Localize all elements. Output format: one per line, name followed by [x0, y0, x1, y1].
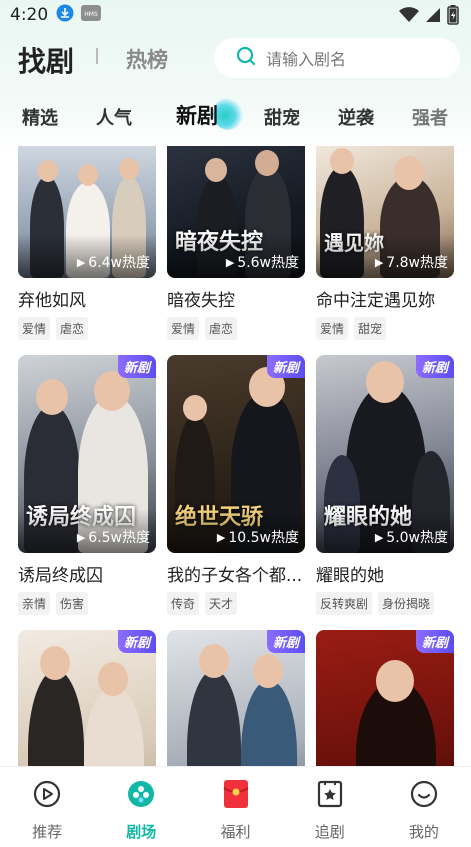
tag-list: 爱情 虐恋: [167, 317, 305, 340]
drama-card[interactable]: ▶ 6.4w热度 弃他如风 爱情 虐恋: [18, 146, 156, 340]
new-badge: 新剧: [415, 630, 454, 653]
view-count: ▶ 10.5w热度: [216, 530, 299, 546]
new-badge: 新剧: [415, 355, 454, 378]
drama-poster: 新剧 耀眼的她 ▶5.0w热度: [316, 355, 454, 553]
tab-new[interactable]: 新剧: [176, 100, 218, 130]
tab-popular[interactable]: 人气: [96, 104, 132, 130]
nav-theater[interactable]: 剧场: [94, 767, 188, 847]
view-count: ▶ 5.6w热度: [225, 255, 299, 271]
drama-poster: ▶ 6.4w热度: [18, 146, 156, 278]
play-icon: ▶: [225, 255, 235, 269]
download-icon: [56, 4, 74, 27]
tag-list: 传奇 天才: [167, 592, 305, 615]
tag: 虐恋: [56, 317, 89, 340]
drama-card[interactable]: 新剧: [316, 630, 454, 766]
tag-list: 反转爽剧 身份揭晓: [316, 592, 454, 615]
view-count: ▶ 7.8w热度: [374, 255, 448, 271]
drama-title: 耀眼的她: [316, 566, 384, 586]
drama-card[interactable]: 新剧: [18, 630, 156, 766]
bookmark-star-icon: [315, 779, 345, 809]
nav-follow[interactable]: 追剧: [283, 767, 377, 847]
nav-mine[interactable]: 我的: [377, 767, 471, 847]
drama-poster: 新剧: [18, 630, 156, 766]
drama-poster: 遇见妳 ▶7.8w热度: [316, 146, 454, 278]
title-divider: [96, 48, 98, 64]
tag: 爱情: [316, 317, 349, 340]
drama-title: 诱局终成囚: [18, 566, 103, 586]
tag: 爱情: [167, 317, 200, 340]
hot-ranking-tab[interactable]: 热榜: [126, 44, 168, 74]
tag: 爱情: [18, 317, 51, 340]
view-count: ▶ 5.0w热度: [374, 530, 448, 546]
play-circle-icon: [32, 779, 62, 809]
nav-welfare[interactable]: 福利: [188, 767, 282, 847]
signal-icon: [425, 7, 441, 28]
red-envelope-icon: [221, 779, 251, 809]
tag-list: 爱情 虐恋: [18, 317, 156, 340]
play-icon: ▶: [216, 530, 226, 544]
tag: 传奇: [167, 592, 200, 615]
nav-label: 我的: [408, 823, 439, 841]
nav-label: 追剧: [314, 823, 345, 841]
tag: 天才: [205, 592, 238, 615]
view-count: ▶ 6.5w热度: [76, 530, 150, 546]
tab-selected[interactable]: 精选: [22, 104, 58, 130]
drama-card[interactable]: 新剧: [167, 630, 305, 766]
new-badge: 新剧: [117, 630, 156, 653]
play-icon: ▶: [374, 255, 384, 269]
tab-comeback[interactable]: 逆袭: [338, 104, 374, 130]
drama-card[interactable]: 新剧 诱局终成囚 ▶6.5w热度 诱局终成囚 亲情 伤害: [18, 355, 156, 615]
page-title[interactable]: 找剧: [18, 40, 74, 80]
new-badge: 新剧: [117, 355, 156, 378]
tab-strong[interactable]: 强者: [412, 104, 448, 130]
header: 找剧 热榜 请输入剧名: [0, 34, 471, 84]
bottom-nav: 推荐 剧场 福利 追剧 我的: [0, 766, 471, 847]
tag: 甜宠: [354, 317, 387, 340]
search-icon: [236, 46, 256, 70]
category-tabs: 精选 人气 新剧 甜宠 逆袭 强者: [0, 96, 471, 136]
drama-poster: 新剧: [167, 630, 305, 766]
hms-icon: HMS: [80, 4, 102, 27]
drama-title: 命中注定遇见妳: [316, 291, 435, 311]
drama-poster: 暗夜失控 ▶5.6w热度: [167, 146, 305, 278]
drama-poster: 新剧 诱局终成囚 ▶6.5w热度: [18, 355, 156, 553]
status-time: 4:20: [10, 5, 49, 25]
tag-list: 亲情 伤害: [18, 592, 156, 615]
smile-icon: [409, 779, 439, 809]
tag: 伤害: [56, 592, 89, 615]
battery-icon: [447, 5, 459, 30]
drama-card[interactable]: 遇见妳 ▶7.8w热度 命中注定遇见妳 爱情 甜宠: [316, 146, 454, 340]
view-count: ▶ 6.4w热度: [76, 255, 150, 271]
tag: 反转爽剧: [316, 592, 373, 615]
drama-title: 弃他如风: [18, 291, 86, 311]
nav-label: 推荐: [32, 823, 63, 841]
wifi-icon: [399, 7, 419, 28]
search-input[interactable]: 请输入剧名: [214, 38, 460, 78]
drama-title: 暗夜失控: [167, 291, 235, 311]
nav-label: 福利: [220, 823, 251, 841]
play-icon: ▶: [374, 530, 384, 544]
drama-card[interactable]: 新剧 绝世天骄 ▶10.5w热度 我的子女各个都... 传奇 天才: [167, 355, 305, 615]
new-badge: 新剧: [266, 630, 305, 653]
search-placeholder: 请输入剧名: [266, 50, 347, 69]
status-bar: 4:20 HMS: [0, 0, 471, 30]
play-icon: ▶: [76, 255, 86, 269]
theater-icon: [126, 779, 156, 809]
nav-recommend[interactable]: 推荐: [0, 767, 94, 847]
drama-grid: ▶6.4w热度 弃他如风 爱情 虐恋 暗夜失控 ▶5.6w热度 暗夜失控 爱情 …: [0, 146, 471, 766]
tag: 亲情: [18, 592, 51, 615]
drama-poster: 新剧: [316, 630, 454, 766]
drama-poster: 新剧 绝世天骄 ▶10.5w热度: [167, 355, 305, 553]
tab-sweet[interactable]: 甜宠: [264, 104, 300, 130]
tag: 身份揭晓: [378, 592, 435, 615]
drama-card[interactable]: 新剧 耀眼的她 ▶5.0w热度 耀眼的她 反转爽剧 身份揭晓: [316, 355, 454, 615]
play-icon: ▶: [76, 530, 86, 544]
drama-card[interactable]: 暗夜失控 ▶5.6w热度 暗夜失控 爱情 虐恋: [167, 146, 305, 340]
tag-list: 爱情 甜宠: [316, 317, 454, 340]
tag: 虐恋: [205, 317, 238, 340]
new-badge: 新剧: [266, 355, 305, 378]
svg-text:HMS: HMS: [84, 11, 98, 18]
drama-title: 我的子女各个都...: [167, 566, 303, 586]
nav-label: 剧场: [126, 823, 157, 841]
